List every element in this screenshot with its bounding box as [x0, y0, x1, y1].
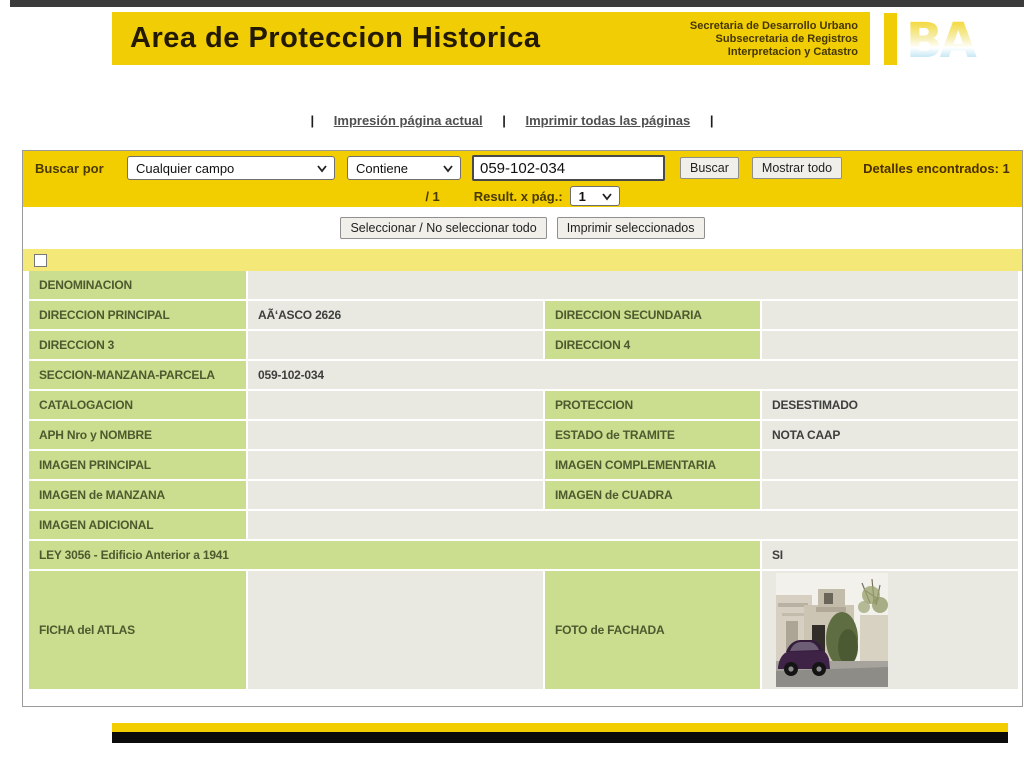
field-value-ficha-atlas — [248, 571, 543, 689]
field-value-direccion-4 — [762, 331, 1018, 359]
separator: | — [710, 113, 714, 128]
search-operator-select[interactable]: Contiene — [347, 156, 461, 180]
facade-photo[interactable] — [776, 573, 888, 687]
field-label-direccion-principal: DIRECCION PRINCIPAL — [29, 301, 246, 329]
org-line-2: Subsecretaria de Registros — [690, 33, 858, 46]
results-per-page-value: 1 — [579, 189, 586, 204]
org-line-3: Interpretacion y Catastro — [690, 46, 858, 59]
chevron-down-icon — [442, 162, 454, 174]
field-value-aph — [248, 421, 543, 449]
print-selected-button[interactable]: Imprimir seleccionados — [557, 217, 705, 239]
field-label-imagen-complementaria: IMAGEN COMPLEMENTARIA — [545, 451, 760, 479]
field-value-denominacion — [248, 271, 1018, 299]
separator: | — [311, 113, 315, 128]
org-line-1: Secretaria de Desarrollo Urbano — [690, 20, 858, 33]
field-value-catalogacion — [248, 391, 543, 419]
field-value-direccion-secundaria — [762, 301, 1018, 329]
field-value-seccion-manzana-parcela: 059-102-034 — [248, 361, 1018, 389]
separator: | — [502, 113, 506, 128]
field-value-foto-fachada — [762, 571, 1018, 689]
results-count-text: Detalles encontrados: 1 — [863, 161, 1010, 176]
field-label-seccion-manzana-parcela: SECCION-MANZANA-PARCELA — [29, 361, 246, 389]
print-current-page-link[interactable]: Impresión página actual — [334, 113, 483, 128]
table-row: DENOMINACION — [29, 271, 1018, 299]
search-bar: Buscar por Cualquier campo Contiene Busc… — [23, 151, 1022, 185]
field-label-catalogacion: CATALOGACION — [29, 391, 246, 419]
field-label-aph: APH Nro y NOMBRE — [29, 421, 246, 449]
table-row: IMAGEN de MANZANA IMAGEN de CUADRA — [29, 481, 1018, 509]
field-label-ley-3056: LEY 3056 - Edificio Anterior a 1941 — [29, 541, 760, 569]
results-per-page-label: Result. x pág.: — [474, 189, 563, 204]
print-all-pages-link[interactable]: Imprimir todas las páginas — [526, 113, 691, 128]
footer-yellow-bar — [112, 723, 1008, 732]
table-row: IMAGEN PRINCIPAL IMAGEN COMPLEMENTARIA — [29, 451, 1018, 479]
table-row: LEY 3056 - Edificio Anterior a 1941 SI — [29, 541, 1018, 569]
field-label-imagen-manzana: IMAGEN de MANZANA — [29, 481, 246, 509]
field-value-imagen-complementaria — [762, 451, 1018, 479]
field-label-imagen-principal: IMAGEN PRINCIPAL — [29, 451, 246, 479]
buscar-button[interactable]: Buscar — [680, 157, 739, 179]
field-label-foto-fachada: FOTO de FACHADA — [545, 571, 760, 689]
header: Area de Proteccion Historica Secretaria … — [112, 12, 870, 65]
field-label-denominacion: DENOMINACION — [29, 271, 246, 299]
mostrar-todo-button[interactable]: Mostrar todo — [752, 157, 842, 179]
field-value-imagen-cuadra — [762, 481, 1018, 509]
table-row: DIRECCION PRINCIPAL AÃ‘ASCO 2626 DIRECCI… — [29, 301, 1018, 329]
record-table: DENOMINACION DIRECCION PRINCIPAL AÃ‘ASCO… — [29, 271, 1018, 689]
ba-logo: BA — [906, 14, 982, 64]
field-label-proteccion: PROTECCION — [545, 391, 760, 419]
chevron-down-icon — [316, 162, 328, 174]
search-field-selected-value: Cualquier campo — [136, 161, 234, 176]
record-checkbox[interactable] — [34, 254, 47, 267]
org-subtitle: Secretaria de Desarrollo Urbano Subsecre… — [690, 20, 858, 59]
table-row: APH Nro y NOMBRE ESTADO de TRAMITE NOTA … — [29, 421, 1018, 449]
pager-bar: / 1 Result. x pág.: 1 — [23, 185, 1022, 207]
field-label-ficha-atlas: FICHA del ATLAS — [29, 571, 246, 689]
table-row: CATALOGACION PROTECCION DESESTIMADO — [29, 391, 1018, 419]
top-strip — [10, 0, 1024, 7]
table-row: IMAGEN ADICIONAL — [29, 511, 1018, 539]
page-title: Area de Proteccion Historica — [112, 22, 540, 55]
field-value-direccion-principal: AÃ‘ASCO 2626 — [248, 301, 543, 329]
actions-bar: Seleccionar / No seleccionar todo Imprim… — [23, 207, 1022, 249]
header-separator-bar — [884, 13, 897, 65]
field-label-imagen-adicional: IMAGEN ADICIONAL — [29, 511, 246, 539]
page-of-text: / 1 — [425, 189, 439, 204]
field-label-direccion-3: DIRECCION 3 — [29, 331, 246, 359]
table-row: FICHA del ATLAS FOTO de FACHADA — [29, 571, 1018, 689]
search-query-input[interactable] — [472, 155, 665, 181]
field-label-direccion-secundaria: DIRECCION SECUNDARIA — [545, 301, 760, 329]
table-row: SECCION-MANZANA-PARCELA 059-102-034 — [29, 361, 1018, 389]
field-value-proteccion: DESESTIMADO — [762, 391, 1018, 419]
field-value-imagen-manzana — [248, 481, 543, 509]
field-label-direccion-4: DIRECCION 4 — [545, 331, 760, 359]
field-value-estado-tramite: NOTA CAAP — [762, 421, 1018, 449]
field-value-direccion-3 — [248, 331, 543, 359]
chevron-down-icon — [601, 190, 613, 202]
footer-black-bar — [112, 732, 1008, 743]
table-row: DIRECCION 3 DIRECCION 4 — [29, 331, 1018, 359]
search-by-label: Buscar por — [35, 161, 127, 176]
search-field-select[interactable]: Cualquier campo — [127, 156, 335, 180]
field-label-estado-tramite: ESTADO de TRAMITE — [545, 421, 760, 449]
record-select-row — [23, 249, 1022, 271]
results-per-page-select[interactable]: 1 — [570, 186, 620, 206]
field-label-imagen-cuadra: IMAGEN de CUADRA — [545, 481, 760, 509]
toggle-select-all-button[interactable]: Seleccionar / No seleccionar todo — [340, 217, 546, 239]
field-value-imagen-adicional — [248, 511, 1018, 539]
svg-text:BA: BA — [906, 14, 977, 64]
print-links-bar: | Impresión página actual | Imprimir tod… — [0, 113, 1024, 128]
search-operator-selected-value: Contiene — [356, 161, 408, 176]
main-panel: Buscar por Cualquier campo Contiene Busc… — [22, 150, 1023, 707]
field-value-imagen-principal — [248, 451, 543, 479]
field-value-ley-3056: SI — [762, 541, 1018, 569]
